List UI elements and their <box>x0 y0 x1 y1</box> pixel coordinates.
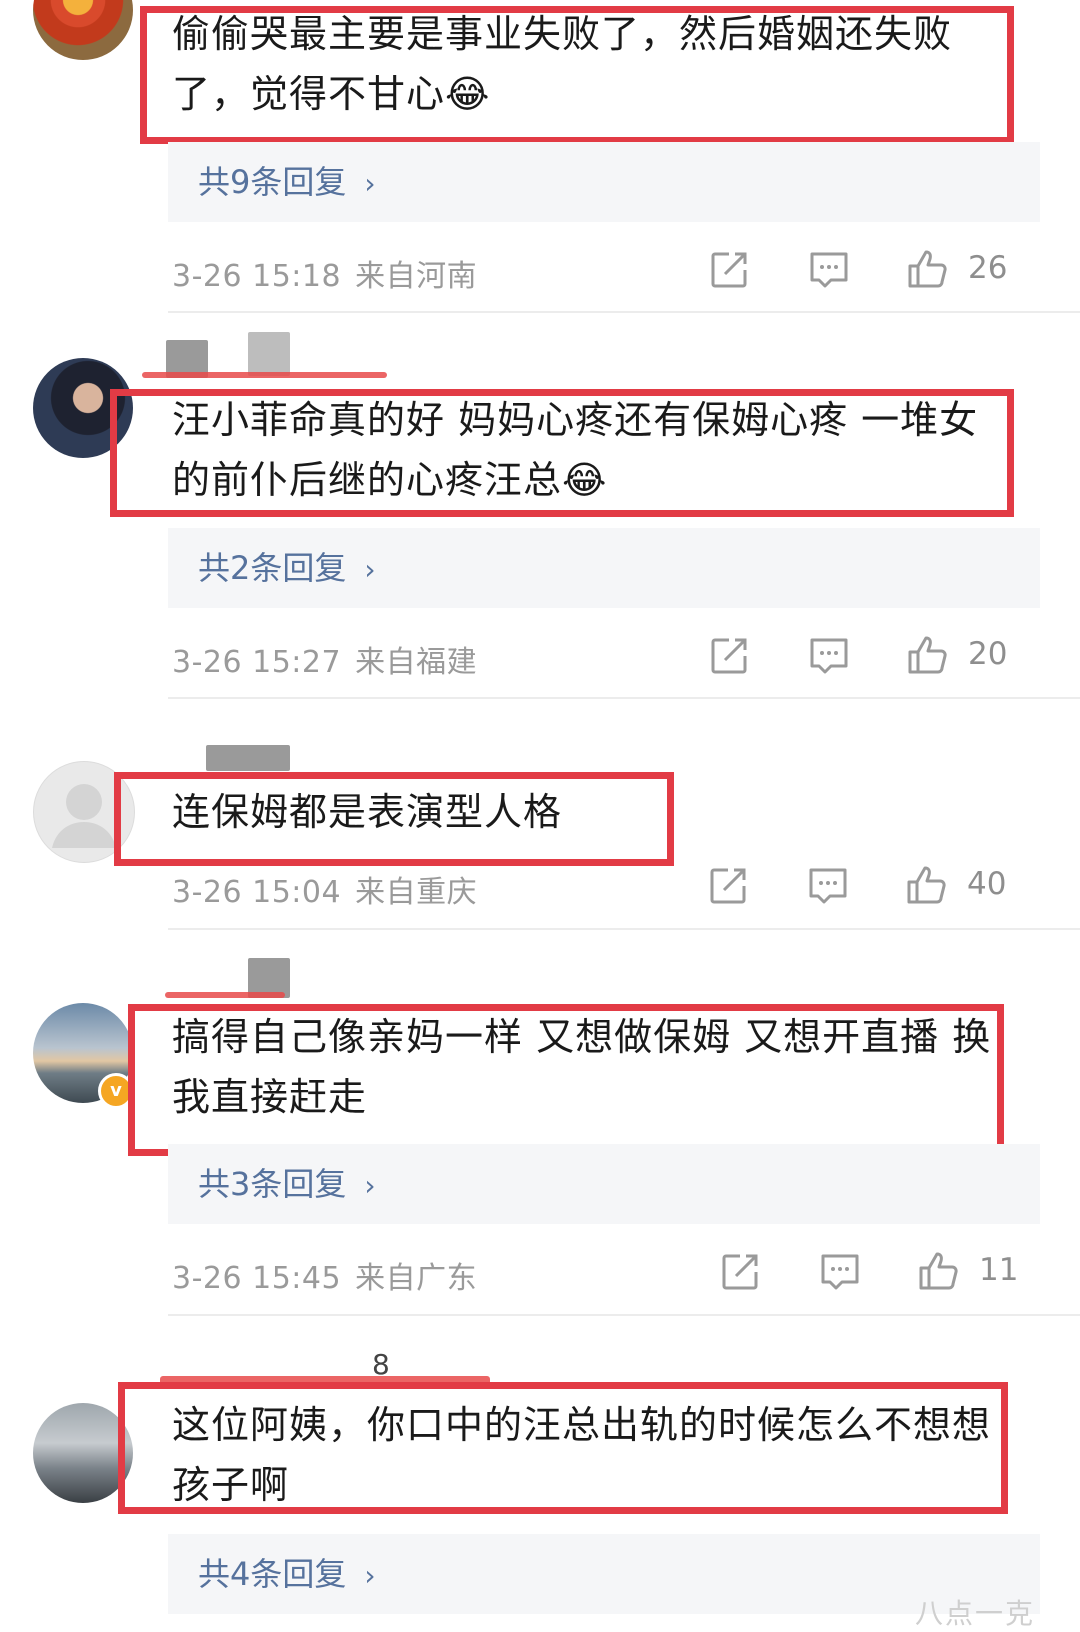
divider <box>168 311 1080 313</box>
comment-meta: 3-26 15:04 来自重庆 <box>172 867 477 911</box>
highlight-box <box>110 389 1014 517</box>
replies-label: 共3条回复 <box>198 1165 347 1203</box>
comment-icon[interactable] <box>818 1250 862 1294</box>
comment-icon[interactable] <box>807 248 851 292</box>
highlight-box <box>118 1382 1008 1514</box>
thumbs-up-icon[interactable] <box>905 862 949 906</box>
view-replies-link[interactable]: 共9条回复 › <box>168 142 1040 222</box>
highlight-box <box>140 6 1014 144</box>
username-fragment: 8 <box>372 1348 390 1381</box>
thumbs-up-icon[interactable] <box>906 246 950 290</box>
replies-label: 共2条回复 <box>198 549 347 587</box>
timestamp: 3-26 15:27 <box>172 645 342 680</box>
location: 来自福建 <box>355 645 478 680</box>
share-icon[interactable] <box>707 634 751 678</box>
comment-icon[interactable] <box>807 634 851 678</box>
share-icon[interactable] <box>707 248 751 292</box>
timestamp: 3-26 15:04 <box>172 875 342 910</box>
share-icon[interactable] <box>718 1250 762 1294</box>
like-count: 11 <box>979 1252 1019 1288</box>
divider <box>168 697 1080 699</box>
replies-label: 共4条回复 <box>198 1555 347 1593</box>
watermark: 八点一克 <box>915 1597 1036 1630</box>
view-replies-link[interactable]: 共2条回复 › <box>168 528 1040 608</box>
divider <box>168 1314 1080 1316</box>
username-redacted <box>248 332 290 376</box>
thumbs-up-icon[interactable] <box>906 632 950 676</box>
chevron-right-icon: › <box>364 1559 376 1592</box>
view-replies-link[interactable]: 共4条回复 › <box>168 1534 1040 1614</box>
username-redacted <box>206 745 290 771</box>
like-count: 40 <box>967 866 1007 902</box>
location: 来自重庆 <box>355 875 478 910</box>
like-count: 26 <box>968 250 1008 286</box>
location: 来自河南 <box>355 259 478 294</box>
comment-meta: 3-26 15:27 来自福建 <box>172 637 477 681</box>
replies-label: 共9条回复 <box>198 163 347 201</box>
thumbs-up-icon[interactable] <box>917 1248 961 1292</box>
comment-icon[interactable] <box>806 864 850 908</box>
divider <box>168 928 1080 930</box>
chevron-right-icon: › <box>364 167 376 200</box>
comment-meta: 3-26 15:18 来自河南 <box>172 251 477 295</box>
location: 来自广东 <box>355 1261 478 1296</box>
comment-meta: 3-26 15:45 来自广东 <box>172 1253 477 1297</box>
chevron-right-icon: › <box>364 1169 376 1202</box>
username-scribble <box>165 992 285 998</box>
highlight-box <box>114 772 674 866</box>
timestamp: 3-26 15:45 <box>172 1261 342 1296</box>
highlight-box <box>128 1004 1004 1156</box>
like-count: 20 <box>968 636 1008 672</box>
user-avatar[interactable] <box>33 0 133 60</box>
view-replies-link[interactable]: 共3条回复 › <box>168 1144 1040 1224</box>
username-scribble <box>142 372 387 378</box>
share-icon[interactable] <box>706 864 750 908</box>
timestamp: 3-26 15:18 <box>172 259 342 294</box>
chevron-right-icon: › <box>364 553 376 586</box>
